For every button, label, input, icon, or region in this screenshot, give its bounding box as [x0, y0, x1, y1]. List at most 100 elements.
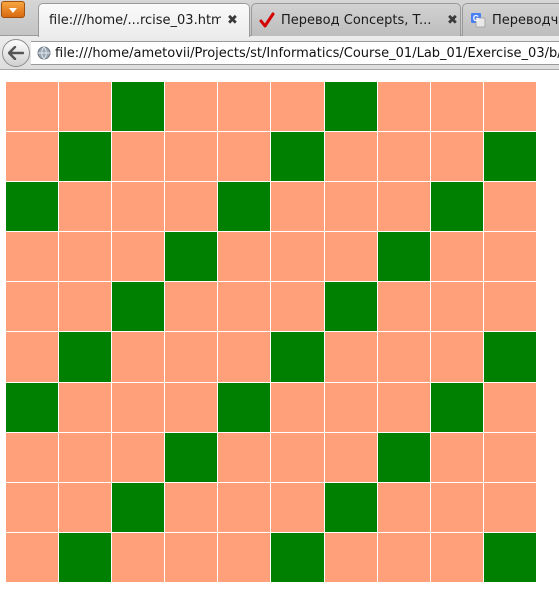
- green-cell: [165, 232, 218, 282]
- navigation-toolbar: file:///home/ametovii/Projects/st/Inform…: [0, 36, 559, 70]
- salmon-cell: [6, 282, 59, 332]
- salmon-cell: [112, 132, 165, 182]
- salmon-cell: [218, 482, 271, 532]
- red-checkmark-icon: [259, 12, 275, 28]
- salmon-cell: [430, 332, 483, 382]
- salmon-cell: [271, 482, 324, 532]
- salmon-cell: [483, 182, 536, 232]
- salmon-cell: [112, 332, 165, 382]
- salmon-cell: [6, 532, 59, 582]
- salmon-cell: [377, 482, 430, 532]
- green-cell: [324, 82, 377, 132]
- green-cell: [324, 482, 377, 532]
- salmon-cell: [324, 532, 377, 582]
- salmon-cell: [430, 532, 483, 582]
- close-tab-icon[interactable]: ✖: [227, 13, 238, 28]
- tab-google-translate[interactable]: G Переводч: [462, 3, 559, 36]
- address-bar[interactable]: file:///home/ametovii/Projects/st/Inform…: [31, 41, 559, 65]
- close-tab-icon[interactable]: ✖: [447, 13, 458, 28]
- salmon-cell: [271, 282, 324, 332]
- salmon-cell: [324, 332, 377, 382]
- salmon-cell: [112, 232, 165, 282]
- salmon-cell: [112, 432, 165, 482]
- salmon-cell: [218, 232, 271, 282]
- green-cell: [324, 282, 377, 332]
- colored-square-grid: [6, 82, 536, 582]
- tab-title: file:///home/...rcise_03.html: [49, 13, 221, 28]
- salmon-cell: [377, 82, 430, 132]
- salmon-cell: [165, 82, 218, 132]
- green-cell: [483, 132, 536, 182]
- salmon-cell: [6, 232, 59, 282]
- address-text: file:///home/ametovii/Projects/st/Inform…: [55, 45, 559, 61]
- salmon-cell: [483, 82, 536, 132]
- salmon-cell: [483, 432, 536, 482]
- tab-strip: file:///home/...rcise_03.html ✖ Перевод …: [0, 0, 559, 37]
- salmon-cell: [483, 232, 536, 282]
- salmon-cell: [218, 132, 271, 182]
- salmon-cell: [324, 232, 377, 282]
- green-cell: [271, 532, 324, 582]
- salmon-cell: [430, 232, 483, 282]
- app-menu-button[interactable]: [1, 1, 25, 18]
- green-cell: [165, 432, 218, 482]
- salmon-cell: [271, 382, 324, 432]
- green-cell: [483, 332, 536, 382]
- salmon-cell: [218, 282, 271, 332]
- salmon-cell: [6, 482, 59, 532]
- green-cell: [6, 382, 59, 432]
- globe-icon: [37, 46, 51, 60]
- salmon-cell: [324, 132, 377, 182]
- salmon-cell: [6, 432, 59, 482]
- tab-translation[interactable]: Перевод Concepts, T... ✖: [251, 3, 461, 36]
- salmon-cell: [112, 532, 165, 582]
- green-cell: [377, 232, 430, 282]
- salmon-cell: [430, 132, 483, 182]
- green-cell: [112, 82, 165, 132]
- menu-arrow-icon: [9, 8, 17, 13]
- salmon-cell: [59, 232, 112, 282]
- salmon-cell: [218, 82, 271, 132]
- salmon-cell: [6, 132, 59, 182]
- salmon-cell: [218, 532, 271, 582]
- salmon-cell: [165, 332, 218, 382]
- salmon-cell: [59, 182, 112, 232]
- tab-title: Перевод Concepts, T...: [281, 12, 432, 28]
- salmon-cell: [271, 432, 324, 482]
- salmon-cell: [324, 382, 377, 432]
- salmon-cell: [430, 82, 483, 132]
- salmon-cell: [59, 82, 112, 132]
- tab-title: Переводч: [492, 12, 559, 28]
- salmon-cell: [377, 382, 430, 432]
- salmon-cell: [165, 382, 218, 432]
- salmon-cell: [59, 482, 112, 532]
- salmon-cell: [324, 182, 377, 232]
- salmon-cell: [218, 332, 271, 382]
- salmon-cell: [218, 432, 271, 482]
- salmon-cell: [59, 382, 112, 432]
- green-cell: [430, 382, 483, 432]
- salmon-cell: [6, 82, 59, 132]
- salmon-cell: [377, 132, 430, 182]
- back-button[interactable]: [2, 39, 30, 67]
- salmon-cell: [430, 482, 483, 532]
- green-cell: [377, 432, 430, 482]
- green-cell: [271, 332, 324, 382]
- google-translate-icon: G: [471, 13, 486, 28]
- salmon-cell: [377, 182, 430, 232]
- salmon-cell: [165, 532, 218, 582]
- salmon-cell: [483, 382, 536, 432]
- green-cell: [483, 532, 536, 582]
- salmon-cell: [271, 182, 324, 232]
- green-cell: [59, 332, 112, 382]
- salmon-cell: [6, 332, 59, 382]
- salmon-cell: [377, 282, 430, 332]
- green-cell: [59, 532, 112, 582]
- salmon-cell: [112, 382, 165, 432]
- salmon-cell: [483, 282, 536, 332]
- tab-exercise-03[interactable]: file:///home/...rcise_03.html ✖: [38, 3, 250, 37]
- salmon-cell: [165, 482, 218, 532]
- back-arrow-icon: [8, 46, 24, 60]
- salmon-cell: [430, 282, 483, 332]
- green-cell: [271, 132, 324, 182]
